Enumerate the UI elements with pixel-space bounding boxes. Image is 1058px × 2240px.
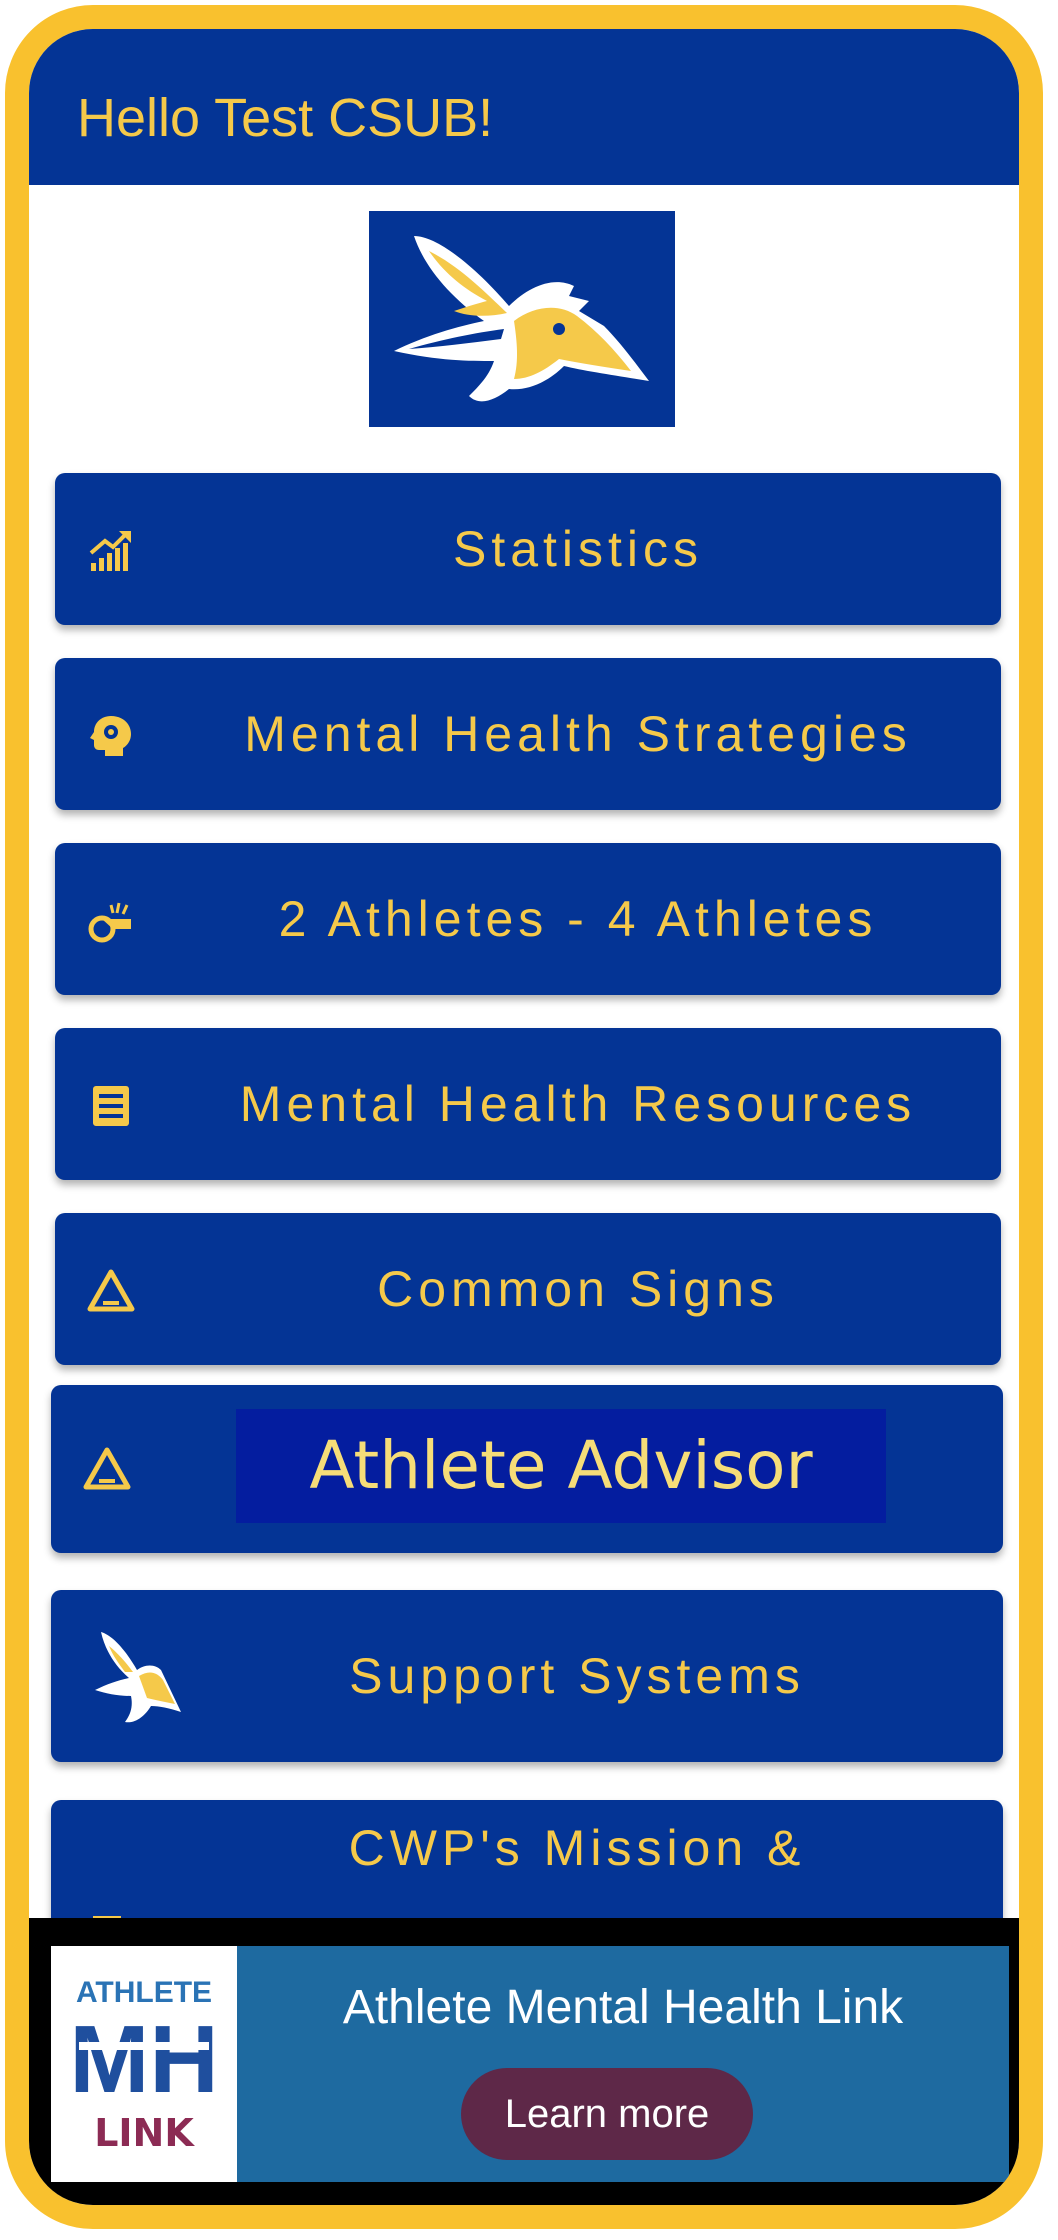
svg-text:MH: MH	[69, 2006, 218, 2113]
athlete-mh-link-logo-icon: ATHLETE MH LINK	[69, 1976, 218, 2155]
greeting-title: Hello Test CSUB!	[77, 88, 494, 148]
statistics-button[interactable]: Statistics	[55, 473, 1001, 625]
brain-gear-icon	[90, 716, 131, 756]
whistle-icon	[88, 902, 131, 943]
support-systems-button[interactable]: Support Systems	[51, 1590, 1003, 1762]
common-signs-button[interactable]: Common Signs	[55, 1213, 1001, 1365]
athletes-label: 2 Athletes - 4 Athletes	[278, 891, 878, 947]
athletes-button[interactable]: 2 Athletes - 4 Athletes	[55, 843, 1001, 995]
ad-banner: ATHLETE MH LINK Athlete Mental Health Li…	[29, 1918, 1019, 2205]
mental-health-strategies-button[interactable]: Mental Health Strategies	[55, 658, 1001, 810]
warning-triangle-icon	[87, 1269, 135, 1312]
learn-more-button[interactable]: Learn more	[461, 2068, 753, 2160]
phone-frame: Hello Test CSUB! Statistics Mental Healt…	[5, 5, 1043, 2229]
mental-health-resources-label: Mental Health Resources	[239, 1076, 917, 1132]
svg-text:LINK: LINK	[94, 2111, 195, 2155]
support-systems-label: Support Systems	[349, 1648, 805, 1704]
mascot-logo	[369, 211, 675, 427]
chart-trend-icon	[89, 531, 131, 571]
list-icon	[93, 1086, 129, 1126]
ad-title: Athlete Mental Health Link	[342, 1981, 904, 2034]
statistics-label: Statistics	[452, 521, 704, 577]
mental-health-strategies-label: Mental Health Strategies	[244, 706, 912, 762]
athlete-advisor-label: Athlete Advisor	[309, 1427, 813, 1504]
cwp-mission-label: CWP's Mission &	[348, 1820, 806, 1876]
athlete-advisor-overlay: Athlete Advisor	[236, 1409, 886, 1523]
app-header: Hello Test CSUB!	[29, 29, 1019, 185]
ad-panel[interactable]: ATHLETE MH LINK Athlete Mental Health Li…	[51, 1946, 1009, 2182]
athlete-mh-link-logo: ATHLETE MH LINK	[51, 1946, 237, 2182]
athlete-advisor-button[interactable]: Athlete Advisor	[51, 1385, 1003, 1553]
mental-health-resources-button[interactable]: Mental Health Resources	[55, 1028, 1001, 1180]
warning-triangle-icon	[83, 1447, 131, 1490]
roadrunner-logo-icon	[394, 236, 649, 402]
svg-text:ATHLETE: ATHLETE	[76, 1976, 212, 2009]
common-signs-label: Common Signs	[377, 1261, 779, 1317]
